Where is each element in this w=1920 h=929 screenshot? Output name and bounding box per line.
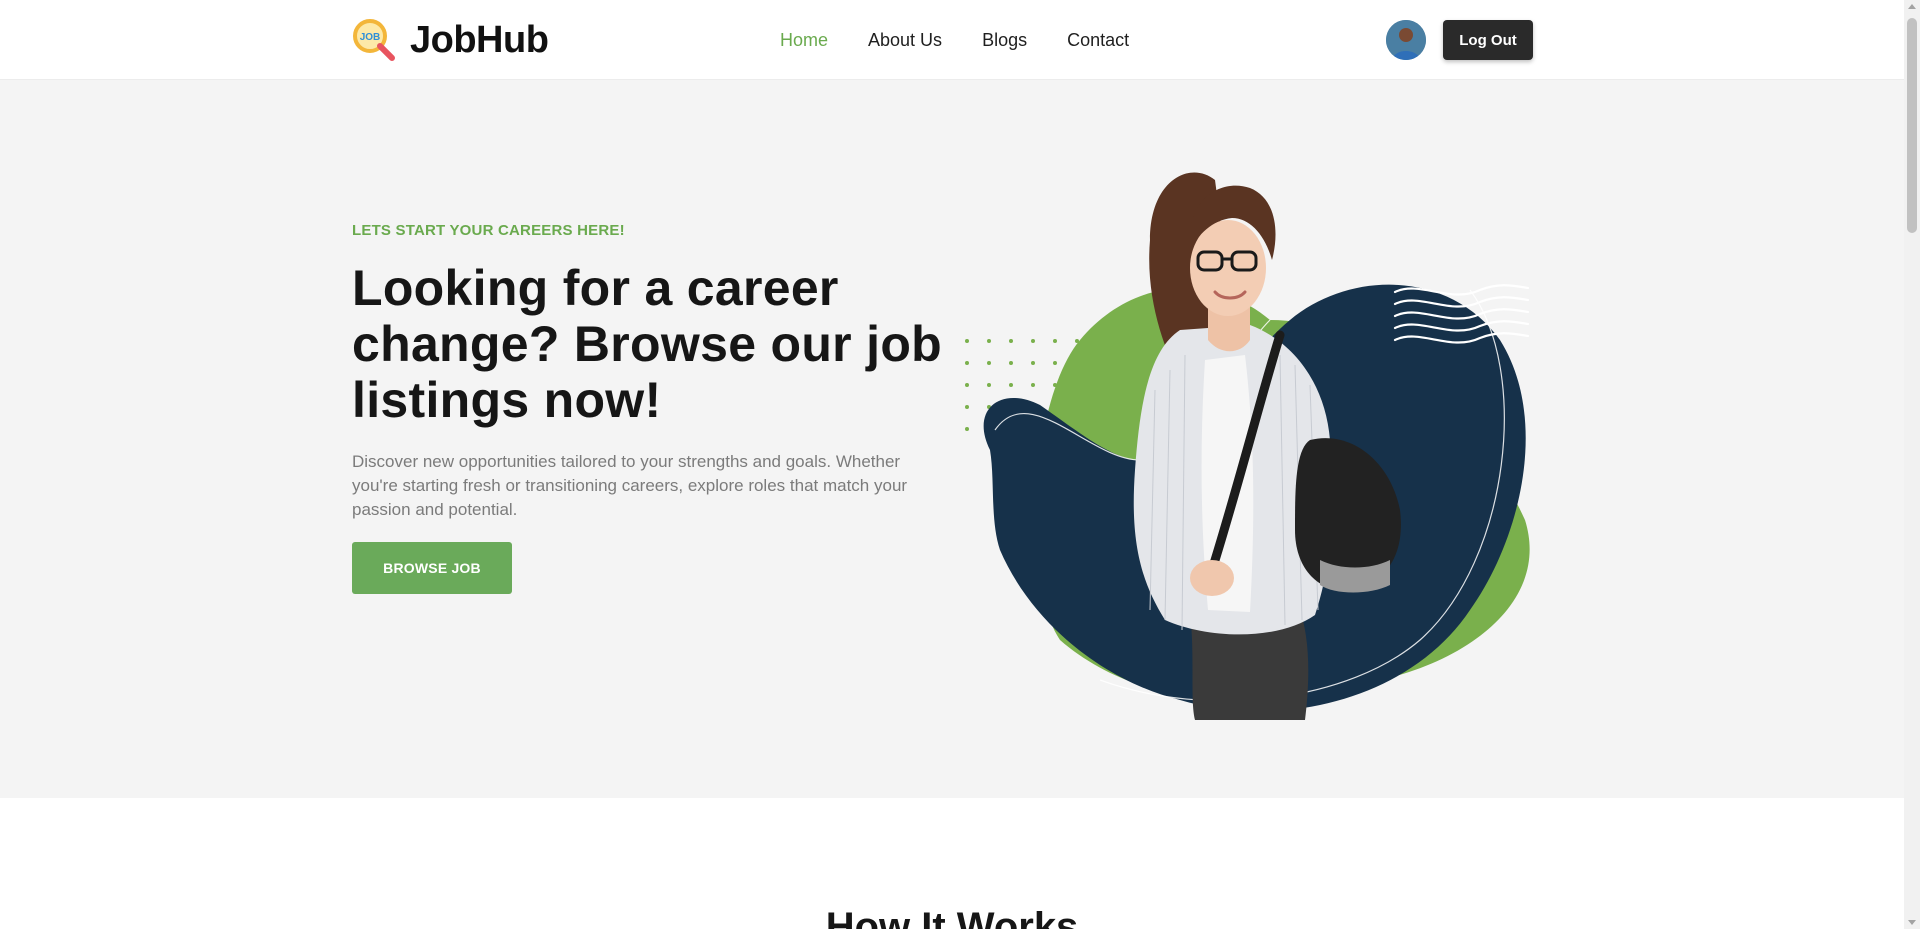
scroll-up-arrow-icon[interactable]: [1908, 4, 1916, 9]
main-nav: Home About Us Blogs Contact: [780, 28, 1129, 52]
hero-section: LETS START YOUR CAREERS HERE! Looking fo…: [0, 80, 1904, 798]
page-scrollbar[interactable]: [1904, 0, 1920, 929]
nav-item-home[interactable]: Home: [780, 28, 828, 52]
logo-badge-text: JOB: [360, 32, 381, 43]
hero-eyebrow: LETS START YOUR CAREERS HERE!: [352, 222, 625, 239]
nav-item-about-us[interactable]: About Us: [868, 28, 942, 52]
user-avatar[interactable]: [1386, 20, 1426, 60]
hero-description: Discover new opportunities tailored to y…: [352, 452, 908, 519]
nav-item-blogs[interactable]: Blogs: [982, 28, 1027, 52]
hero-illustration: [950, 140, 1540, 720]
magnifier-icon: JOB: [352, 18, 396, 62]
scroll-down-arrow-icon[interactable]: [1908, 920, 1916, 925]
site-header: JOB JobHub Home About Us Blogs Contact L…: [0, 0, 1904, 80]
brand-name: JobHub: [410, 18, 549, 61]
nav-item-contact[interactable]: Contact: [1067, 28, 1129, 52]
browse-job-button[interactable]: BROWSE JOB: [352, 542, 512, 594]
scroll-thumb[interactable]: [1907, 18, 1917, 233]
how-it-works-title: How It Works: [825, 905, 1079, 929]
logout-button[interactable]: Log Out: [1443, 20, 1533, 60]
brand-logo[interactable]: JOB JobHub: [352, 18, 549, 62]
hero-headline: Looking for a career change? Browse our …: [352, 260, 942, 428]
